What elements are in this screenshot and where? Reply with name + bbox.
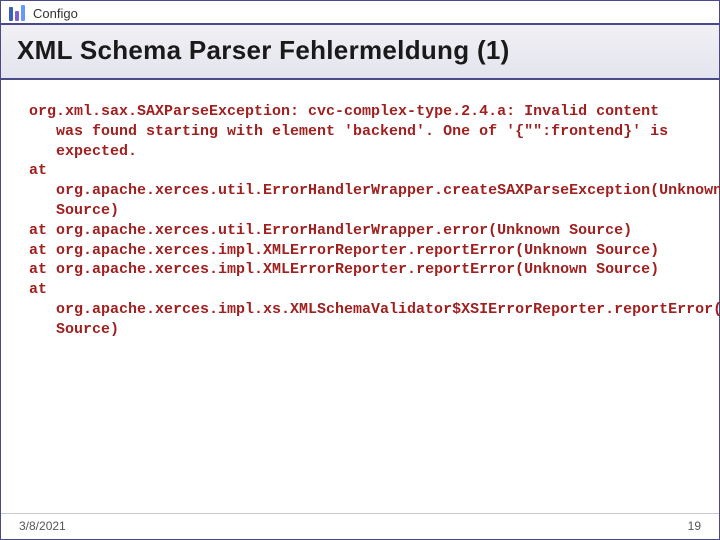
footer: 3/8/2021 19 bbox=[1, 513, 719, 539]
stack-frame: at org.apache.xerces.impl.XMLErrorReport… bbox=[29, 260, 691, 280]
exception-message: org.xml.sax.SAXParseException: cvc-compl… bbox=[29, 102, 691, 161]
title-bar: XML Schema Parser Fehlermeldung (1) bbox=[1, 25, 719, 80]
stack-trace: org.xml.sax.SAXParseException: cvc-compl… bbox=[29, 102, 691, 340]
slide: Configo XML Schema Parser Fehlermeldung … bbox=[0, 0, 720, 540]
topbar: Configo bbox=[1, 1, 719, 25]
logo-icon bbox=[9, 5, 25, 21]
page-title: XML Schema Parser Fehlermeldung (1) bbox=[17, 35, 703, 66]
stack-frame: at org.apache.xerces.util.ErrorHandlerWr… bbox=[29, 161, 691, 220]
brand-label: Configo bbox=[33, 6, 78, 21]
footer-date: 3/8/2021 bbox=[19, 519, 66, 533]
stack-frame: at org.apache.xerces.impl.XMLErrorReport… bbox=[29, 241, 691, 261]
stack-frame: at org.apache.xerces.util.ErrorHandlerWr… bbox=[29, 221, 691, 241]
stack-frame: at org.apache.xerces.impl.xs.XMLSchemaVa… bbox=[29, 280, 691, 339]
footer-page: 19 bbox=[688, 519, 701, 533]
slide-body: org.xml.sax.SAXParseException: cvc-compl… bbox=[1, 80, 719, 340]
